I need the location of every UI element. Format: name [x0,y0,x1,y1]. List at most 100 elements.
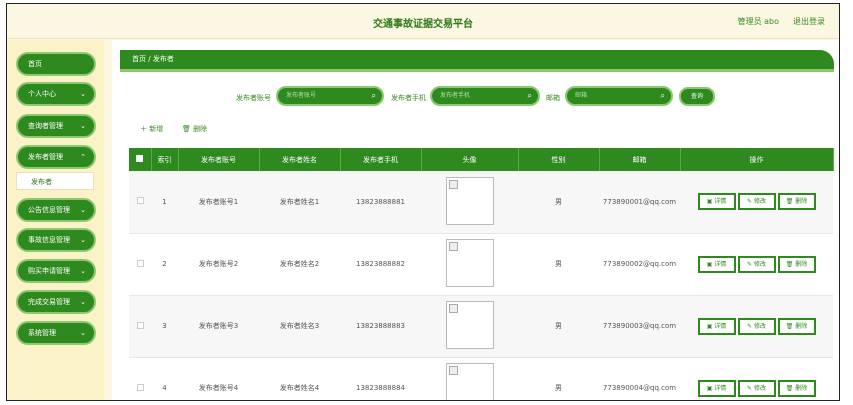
sidebar-item-announcement-management[interactable]: 公告信息管理 ⌄ [16,198,96,222]
sidebar-item-label: 购买申请管理 [28,267,70,275]
select-all-cell[interactable] [129,148,152,171]
table-row: 1 发布者账号1 发布者姓名1 13823888881 男 773890001@… [129,171,833,234]
main-content: 首页 / 发布者 发布者账号 发布者账号 ⌕ 发布者手机 发布者手机 ⌕ 邮箱 邮箱… [112,40,839,400]
email-cell: 773890001@qq.com [599,171,680,234]
delete-button[interactable]: 🗑 删除 [777,255,816,273]
sidebar-item-publisher-management[interactable]: 发布者管理 ⌃ [16,145,96,169]
email-cell: 773890002@qq.com [599,233,680,296]
column-header: 发布者姓名 [259,148,341,171]
avatar [445,176,494,225]
sidebar-item-accident-management[interactable]: 事故信息管理 ⌄ [16,228,96,252]
delete-button[interactable]: 🗑 删除 [777,193,816,211]
table-row: 3 发布者账号3 发布者姓名3 13823888883 男 773890003@… [129,295,833,358]
row-checkbox[interactable] [136,197,144,205]
account-cell: 发布者账号1 [178,171,259,234]
sidebar-subitem-publisher[interactable]: 发布者 [16,172,94,190]
edit-button[interactable]: ✎ 修改 [737,193,776,211]
logout-link[interactable]: 退出登录 [793,16,825,27]
sidebar-item-label: 查询者管理 [28,122,63,130]
phone-placeholder: 发布者手机 [440,92,471,99]
delete-label: 删除 [795,384,808,392]
avatar-cell [421,357,518,400]
detail-button[interactable]: ▣ 详情 [697,379,736,397]
phone-search-input[interactable]: 发布者手机 ⌕ [430,86,540,106]
account-search-input[interactable]: 发布者账号 ⌕ [276,86,384,106]
phone-filter-label: 发布者手机 [391,94,426,102]
sidebar-item-inquirer-management[interactable]: 查询者管理 ⌄ [16,114,96,138]
sidebar-item-label: 首页 [28,60,42,68]
row-checkbox[interactable] [136,321,144,329]
column-header: 发布者账号 [178,148,260,171]
sidebar-item-label: 公告信息管理 [28,206,70,214]
sidebar-item-completed-trade-management[interactable]: 完成交易管理 ⌄ [16,290,96,314]
edit-icon: ✎ [747,322,753,330]
breadcrumb: 首页 / 发布者 [120,50,834,72]
trash-icon: 🗑 [182,125,191,133]
detail-button[interactable]: ▣ 详情 [697,317,736,335]
edit-button[interactable]: ✎ 修改 [737,317,776,335]
edit-button[interactable]: ✎ 修改 [737,255,776,273]
chevron-down-icon: ⌄ [80,267,86,275]
detail-button[interactable]: ▣ 详情 [697,193,736,211]
detail-button[interactable]: ▣ 详情 [697,255,736,273]
app-window: 交通事故证据交易平台 管理员 abo 退出登录 首页 个人中心 ⌄ 查询者管理 ⌄ … [6,3,840,401]
search-icon: ⌕ [527,91,532,100]
trash-icon: 🗑 [785,260,794,268]
chevron-up-icon: ⌃ [80,153,86,161]
detail-label: 详情 [714,322,727,330]
delete-button[interactable]: 🗑 删除 [777,379,816,397]
breadcrumb-home[interactable]: 首页 [132,55,146,63]
row-select-cell[interactable] [129,171,151,234]
gender-cell: 男 [518,295,599,358]
edit-icon: ✎ [747,384,753,392]
sidebar-item-personal-center[interactable]: 个人中心 ⌄ [16,82,96,106]
publisher-table: 索引 发布者账号 发布者姓名 发布者手机 头像 性别 邮箱 操作 1 发布者账号… [129,148,834,400]
top-bar: 交通事故证据交易平台 管理员 abo 退出登录 [7,4,839,39]
detail-label: 详情 [714,260,727,268]
phone-cell: 13823888882 [340,233,421,296]
breadcrumb-separator: / [148,55,151,63]
operations-cell: ▣ 详情 ✎ 修改 🗑 删除 [680,171,833,234]
batch-delete-button[interactable]: 🗑 删除 [182,124,207,134]
admin-label: 管理员 abo [737,17,779,26]
account-cell: 发布者账号2 [178,233,259,296]
edit-label: 修改 [753,322,766,330]
phone-cell: 13823888883 [340,295,421,358]
search-button[interactable]: 查询 [679,87,715,106]
column-header: 性别 [518,148,600,171]
row-select-cell[interactable] [129,357,151,400]
row-select-cell[interactable] [129,233,151,296]
avatar-cell [421,295,518,358]
email-cell: 773890003@qq.com [599,295,680,358]
operations-cell: ▣ 详情 ✎ 修改 🗑 删除 [680,357,833,400]
email-search-input[interactable]: 邮箱 ⌕ [565,86,673,106]
operations-cell: ▣ 详情 ✎ 修改 🗑 删除 [680,233,833,296]
name-cell: 发布者姓名4 [259,357,340,400]
add-label: 新增 [149,125,164,133]
index-cell: 2 [151,233,178,296]
row-select-cell[interactable] [129,295,151,358]
account-placeholder: 发布者账号 [286,92,317,99]
index-cell: 3 [151,295,178,358]
delete-button[interactable]: 🗑 删除 [777,317,816,335]
search-icon: ⌕ [371,91,376,100]
table-header-row: 索引 发布者账号 发布者姓名 发布者手机 头像 性别 邮箱 操作 [129,148,834,171]
sidebar-item-purchase-management[interactable]: 购买申请管理 ⌄ [16,259,96,283]
sidebar-item-system-management[interactable]: 系统管理 ⌄ [16,321,96,345]
chevron-down-icon: ⌄ [80,206,86,214]
add-button[interactable]: ＋ 新增 [140,124,163,134]
table-row: 4 发布者账号4 发布者姓名4 13823888884 男 773890004@… [129,357,833,400]
column-header: 索引 [151,148,179,171]
row-checkbox[interactable] [136,259,144,267]
avatar-cell [421,233,518,296]
sidebar-item-home[interactable]: 首页 [16,52,96,76]
edit-icon: ✎ [747,260,753,268]
select-all-checkbox[interactable] [136,155,144,162]
breadcrumb-current: 发布者 [152,55,174,63]
column-header: 邮箱 [599,148,681,171]
column-header: 操作 [680,148,834,171]
trash-icon: 🗑 [785,322,794,330]
gender-cell: 男 [518,357,599,400]
row-checkbox[interactable] [136,383,144,391]
edit-button[interactable]: ✎ 修改 [737,379,776,397]
